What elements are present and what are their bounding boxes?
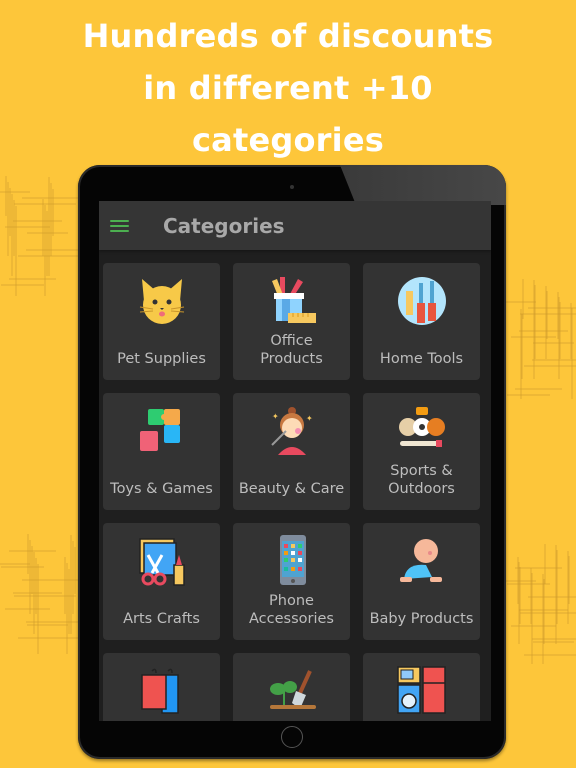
headline-line-2: in different +10 xyxy=(143,69,433,107)
app-screen: Categories Pet Supplies Office Products … xyxy=(99,201,491,721)
svg-text:✦: ✦ xyxy=(306,414,313,423)
canvas-scissors-icon xyxy=(134,533,190,589)
crawling-baby-icon xyxy=(394,533,450,589)
svg-text:✦: ✦ xyxy=(272,412,279,421)
category-card-arts-crafts[interactable]: Arts Crafts xyxy=(103,523,220,640)
category-card-clothing[interactable] xyxy=(103,653,220,721)
headline-line-3: categories xyxy=(192,121,384,159)
category-card-appliances[interactable] xyxy=(363,653,480,721)
garden-shovel-icon xyxy=(264,663,320,719)
category-label: Baby Products xyxy=(369,611,474,627)
appliances-icon xyxy=(394,663,450,719)
sports-balls-icon xyxy=(394,403,450,459)
category-label: Phone Accessories xyxy=(249,593,334,627)
category-card-toys-games[interactable]: Toys & Games xyxy=(103,393,220,510)
tablet-frame: Categories Pet Supplies Office Products … xyxy=(78,165,506,759)
home-button[interactable] xyxy=(281,726,303,748)
category-card-garden[interactable] xyxy=(233,653,350,721)
category-label: Home Tools xyxy=(379,351,464,367)
category-grid: Pet Supplies Office Products Home Tools … xyxy=(103,263,487,721)
hamburger-menu-icon[interactable] xyxy=(110,217,129,235)
puzzle-icon xyxy=(134,403,190,459)
category-label: Toys & Games xyxy=(110,481,213,497)
category-label: Office Products xyxy=(260,333,323,367)
category-label: Sports & Outdoors xyxy=(388,463,455,497)
page-title: Categories xyxy=(163,213,285,238)
smartphone-icon xyxy=(264,533,320,589)
category-label: Pet Supplies xyxy=(117,351,206,367)
category-label: Beauty & Care xyxy=(238,481,345,497)
tools-icon xyxy=(394,273,450,329)
makeup-woman-icon: ✦ ✦ xyxy=(264,403,320,459)
pencil-cup-icon xyxy=(264,273,320,329)
clothes-hanger-icon xyxy=(134,663,190,719)
hatch-pattern-left-bottom xyxy=(0,534,80,654)
category-card-sports-outdoors[interactable]: Sports & Outdoors xyxy=(363,393,480,510)
category-card-baby-products[interactable]: Baby Products xyxy=(363,523,480,640)
app-bar: Categories xyxy=(99,201,491,250)
tablet-sheen xyxy=(340,165,506,205)
cat-icon xyxy=(134,273,190,329)
hatch-pattern-right-bottom xyxy=(506,544,576,664)
headline-line-1: Hundreds of discounts xyxy=(82,17,494,55)
hatch-pattern-left-top xyxy=(0,176,80,296)
front-camera xyxy=(290,185,294,189)
category-card-home-tools[interactable]: Home Tools xyxy=(363,263,480,380)
hatch-pattern-right-top xyxy=(506,279,576,399)
headline: Hundreds of discounts in different +10 c… xyxy=(0,10,576,166)
category-card-office-products[interactable]: Office Products xyxy=(233,263,350,380)
category-card-beauty-care[interactable]: ✦ ✦ Beauty & Care xyxy=(233,393,350,510)
category-label: Arts Crafts xyxy=(123,611,200,627)
category-card-pet-supplies[interactable]: Pet Supplies xyxy=(103,263,220,380)
category-card-phone-accessories[interactable]: Phone Accessories xyxy=(233,523,350,640)
